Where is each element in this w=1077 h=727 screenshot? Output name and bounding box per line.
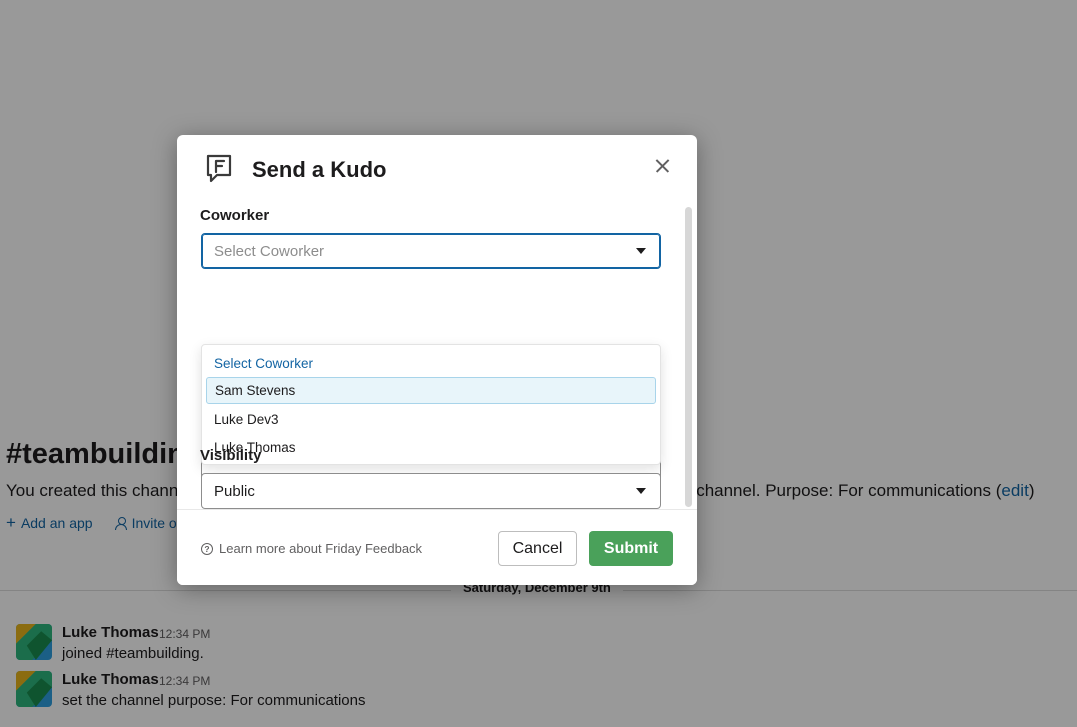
dropdown-option[interactable]: Sam Stevens — [206, 377, 656, 404]
dropdown-option[interactable]: Luke Dev3 — [206, 406, 656, 433]
help-icon: ? — [201, 542, 213, 555]
coworker-dropdown: Select Coworker Sam Stevens Luke Dev3 Lu… — [201, 344, 661, 465]
coworker-label: Coworker — [200, 207, 270, 224]
modal-footer: ? Learn more about Friday Feedback Cance… — [177, 509, 697, 585]
chevron-down-icon — [636, 488, 646, 494]
learn-more-label: Learn more about Friday Feedback — [219, 541, 423, 556]
coworker-select-placeholder: Select Coworker — [214, 242, 325, 260]
modal-scrollbar[interactable] — [685, 207, 692, 507]
modal-header: Send a Kudo — [177, 135, 697, 205]
visibility-label: Visibility — [200, 447, 262, 464]
chevron-down-icon — [636, 248, 646, 254]
send-kudo-modal: Send a Kudo Coworker Select Coworker Sel… — [177, 135, 697, 585]
modal-body: Coworker Select Coworker Select Coworker… — [177, 205, 697, 509]
submit-button[interactable]: Submit — [589, 531, 673, 566]
dropdown-option[interactable]: Luke Thomas — [206, 434, 656, 461]
close-icon[interactable] — [651, 155, 673, 177]
dropdown-option-placeholder[interactable]: Select Coworker — [206, 350, 656, 377]
coworker-select[interactable]: Select Coworker — [201, 233, 661, 269]
visibility-select[interactable]: Public — [201, 473, 661, 509]
cancel-button[interactable]: Cancel — [498, 531, 577, 566]
learn-more-link[interactable]: ? Learn more about Friday Feedback — [201, 541, 422, 556]
modal-title: Send a Kudo — [252, 157, 387, 182]
visibility-select-value: Public — [214, 482, 255, 500]
friday-feedback-icon — [206, 154, 232, 183]
